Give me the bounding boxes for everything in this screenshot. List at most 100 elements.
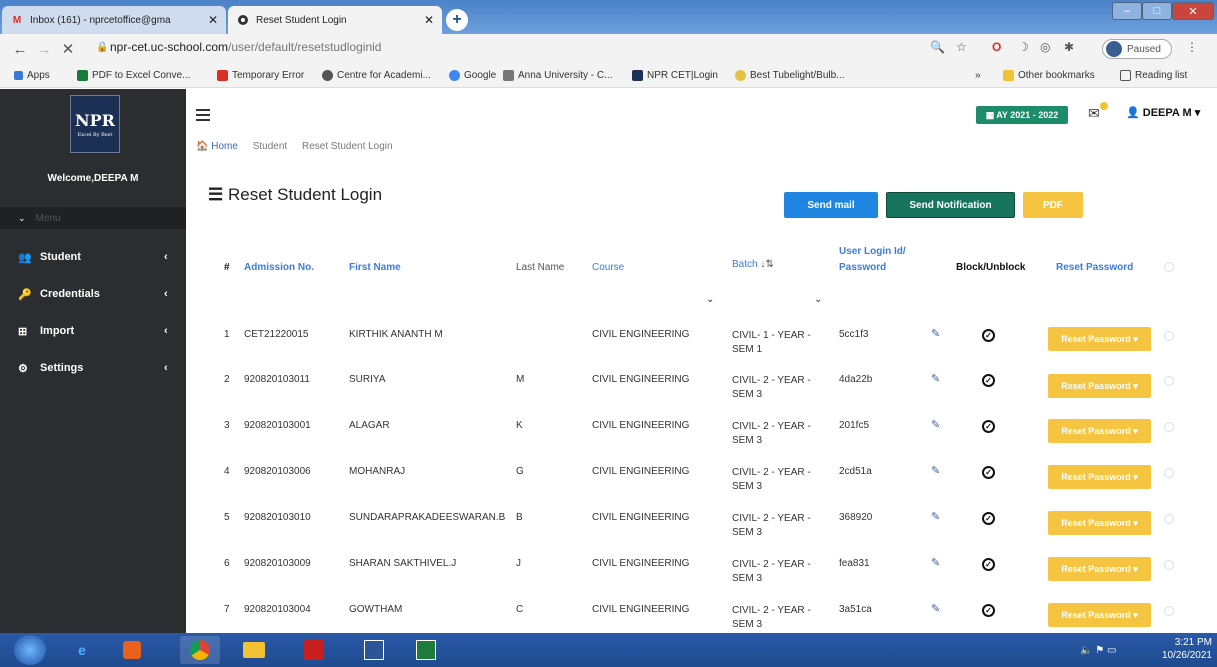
acrobat-icon[interactable] bbox=[294, 636, 334, 664]
minimize-button[interactable]: – bbox=[1112, 2, 1142, 20]
block-unblock-toggle-icon[interactable]: ✓ bbox=[982, 329, 995, 342]
mail-icon[interactable]: ✉ bbox=[1088, 105, 1100, 122]
edit-icon[interactable]: ✎ bbox=[931, 602, 940, 615]
breadcrumb-student[interactable]: Student bbox=[253, 141, 287, 152]
new-tab-button[interactable]: + bbox=[446, 9, 468, 31]
edit-icon[interactable]: ✎ bbox=[931, 418, 940, 431]
extension2-icon[interactable]: ◎ bbox=[1040, 40, 1050, 54]
sidebar-item-settings[interactable]: ⚙ Settings ‹ bbox=[0, 351, 186, 385]
edit-icon[interactable]: ✎ bbox=[931, 372, 940, 385]
row-checkbox[interactable] bbox=[1164, 331, 1174, 341]
back-icon[interactable]: ← bbox=[8, 41, 32, 58]
sidebar-item-student[interactable]: 👥 Student ‹ bbox=[0, 240, 186, 274]
cell-first-name: SHARAN SAKTHIVEL.J bbox=[349, 558, 457, 569]
profile-paused-button[interactable]: Paused bbox=[1102, 39, 1172, 59]
chevron-left-icon: ‹ bbox=[164, 288, 168, 300]
bookmark-npr-login[interactable]: NPR CET|Login bbox=[632, 70, 718, 81]
sort-icon[interactable]: ↓⇅ bbox=[760, 259, 773, 270]
start-button[interactable] bbox=[14, 635, 46, 665]
block-unblock-toggle-icon[interactable]: ✓ bbox=[982, 512, 995, 525]
pdf-button[interactable]: PDF bbox=[1023, 192, 1083, 218]
chrome-icon[interactable] bbox=[180, 636, 220, 664]
cell-password: 4da22b bbox=[839, 374, 873, 385]
clock[interactable]: 3:21 PM 10/26/2021 bbox=[1156, 636, 1212, 662]
block-unblock-toggle-icon[interactable]: ✓ bbox=[982, 420, 995, 433]
row-checkbox[interactable] bbox=[1164, 468, 1174, 478]
chevron-left-icon: ‹ bbox=[164, 251, 168, 263]
notification-dot bbox=[1100, 102, 1108, 110]
breadcrumb-home[interactable]: Home bbox=[211, 141, 238, 152]
bookmark-temporary-error[interactable]: Temporary Error bbox=[217, 70, 304, 81]
course-filter-chevron-icon[interactable]: ⌄ bbox=[706, 294, 714, 305]
col-header-first-name[interactable]: First Name bbox=[349, 262, 401, 273]
close-tab-icon[interactable]: ✕ bbox=[424, 13, 434, 27]
reset-password-button[interactable]: Reset Password ▾ bbox=[1048, 327, 1151, 351]
media-player-icon[interactable] bbox=[112, 636, 152, 664]
maximize-button[interactable]: □ bbox=[1142, 2, 1172, 20]
row-checkbox[interactable] bbox=[1164, 560, 1174, 570]
send-notification-button[interactable]: Send Notification bbox=[886, 192, 1015, 218]
close-window-button[interactable]: ✕ bbox=[1172, 2, 1214, 20]
bookmark-centre-academic[interactable]: Centre for Academi... bbox=[322, 70, 431, 81]
bookmark-pdf-excel[interactable]: PDF to Excel Conve... bbox=[77, 70, 190, 81]
stop-icon[interactable]: ✕ bbox=[56, 40, 80, 58]
user-menu[interactable]: 👤 DEEPA M ▾ bbox=[1126, 106, 1200, 119]
reset-password-button[interactable]: Reset Password ▾ bbox=[1048, 557, 1151, 581]
hamburger-menu-icon[interactable] bbox=[196, 109, 210, 124]
col-header-batch[interactable]: Batch ↓⇅ bbox=[732, 259, 774, 270]
academic-year-badge[interactable]: ▦ AY 2021 - 2022 bbox=[976, 106, 1068, 124]
tab-gmail[interactable]: M Inbox (161) - nprcetoffice@gma ✕ bbox=[2, 6, 226, 34]
extension-icon[interactable]: ☽ bbox=[1018, 40, 1029, 54]
edit-icon[interactable]: ✎ bbox=[931, 327, 940, 340]
bookmarks-overflow[interactable]: » bbox=[975, 70, 981, 81]
sidebar-item-credentials[interactable]: 🔑 Credentials ‹ bbox=[0, 277, 186, 311]
bookmark-anna-university[interactable]: Anna University - C... bbox=[503, 70, 612, 81]
search-icon[interactable]: 🔍 bbox=[930, 40, 945, 54]
col-header-last-name[interactable]: Last Name bbox=[516, 262, 564, 273]
bookmark-tubelight[interactable]: Best Tubelight/Bulb... bbox=[735, 70, 845, 81]
word-icon[interactable] bbox=[354, 636, 394, 664]
bookmark-label: Other bookmarks bbox=[1018, 70, 1095, 81]
reset-password-button[interactable]: Reset Password ▾ bbox=[1048, 603, 1151, 627]
other-bookmarks[interactable]: Other bookmarks bbox=[1003, 70, 1095, 81]
col-header-admission[interactable]: Admission No. bbox=[244, 262, 314, 273]
select-all-checkbox[interactable] bbox=[1164, 262, 1174, 272]
block-unblock-toggle-icon[interactable]: ✓ bbox=[982, 604, 995, 617]
file-explorer-icon[interactable] bbox=[234, 636, 274, 664]
block-unblock-toggle-icon[interactable]: ✓ bbox=[982, 558, 995, 571]
ie-icon[interactable]: e bbox=[62, 636, 102, 664]
page-title-text: Reset Student Login bbox=[227, 185, 383, 204]
bookmark-google[interactable]: Google bbox=[449, 70, 496, 81]
menu-header[interactable]: ⌄ Menu bbox=[0, 207, 186, 229]
sidebar-item-import[interactable]: ⊞ Import ‹ bbox=[0, 314, 186, 348]
row-checkbox[interactable] bbox=[1164, 376, 1174, 386]
opera-extension-icon[interactable]: O bbox=[992, 40, 1001, 54]
block-unblock-toggle-icon[interactable]: ✓ bbox=[982, 466, 995, 479]
block-unblock-toggle-icon[interactable]: ✓ bbox=[982, 374, 995, 387]
tab-reset-student-login[interactable]: Reset Student Login ✕ bbox=[228, 6, 442, 34]
batch-filter-chevron-icon[interactable]: ⌄ bbox=[814, 294, 822, 305]
reset-password-button[interactable]: Reset Password ▾ bbox=[1048, 374, 1151, 398]
edit-icon[interactable]: ✎ bbox=[931, 510, 940, 523]
url-field[interactable]: npr-cet.uc-school.com/user/default/reset… bbox=[110, 40, 381, 54]
reading-list[interactable]: Reading list bbox=[1120, 70, 1187, 81]
kebab-menu-icon[interactable]: ⋮ bbox=[1186, 40, 1198, 54]
row-checkbox[interactable] bbox=[1164, 422, 1174, 432]
puzzle-icon[interactable]: ✱ bbox=[1064, 40, 1074, 54]
system-tray[interactable]: 🔈 ⚑ ▭ bbox=[1080, 645, 1116, 656]
edit-icon[interactable]: ✎ bbox=[931, 464, 940, 477]
close-tab-icon[interactable]: ✕ bbox=[208, 13, 218, 27]
reset-password-button[interactable]: Reset Password ▾ bbox=[1048, 419, 1151, 443]
cell-last-name: C bbox=[516, 604, 524, 615]
bookmark-apps[interactable]: Apps bbox=[14, 70, 50, 81]
send-mail-button[interactable]: Send mail bbox=[784, 192, 878, 218]
row-checkbox[interactable] bbox=[1164, 514, 1174, 524]
forward-icon[interactable]: → bbox=[32, 41, 56, 58]
row-checkbox[interactable] bbox=[1164, 606, 1174, 616]
edit-icon[interactable]: ✎ bbox=[931, 556, 940, 569]
col-header-course[interactable]: Course bbox=[592, 262, 624, 273]
star-icon[interactable]: ☆ bbox=[956, 40, 967, 54]
reset-password-button[interactable]: Reset Password ▾ bbox=[1048, 511, 1151, 535]
reset-password-button[interactable]: Reset Password ▾ bbox=[1048, 465, 1151, 489]
excel-icon[interactable] bbox=[406, 636, 446, 664]
